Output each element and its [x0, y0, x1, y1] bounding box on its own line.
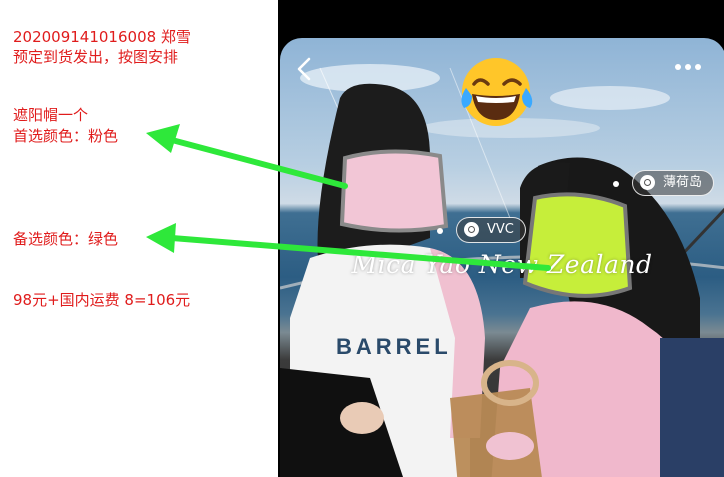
- annotation-arrows: [146, 124, 551, 271]
- arrow-to-green-visor: [146, 223, 551, 271]
- arrow-to-pink-visor: [146, 124, 348, 189]
